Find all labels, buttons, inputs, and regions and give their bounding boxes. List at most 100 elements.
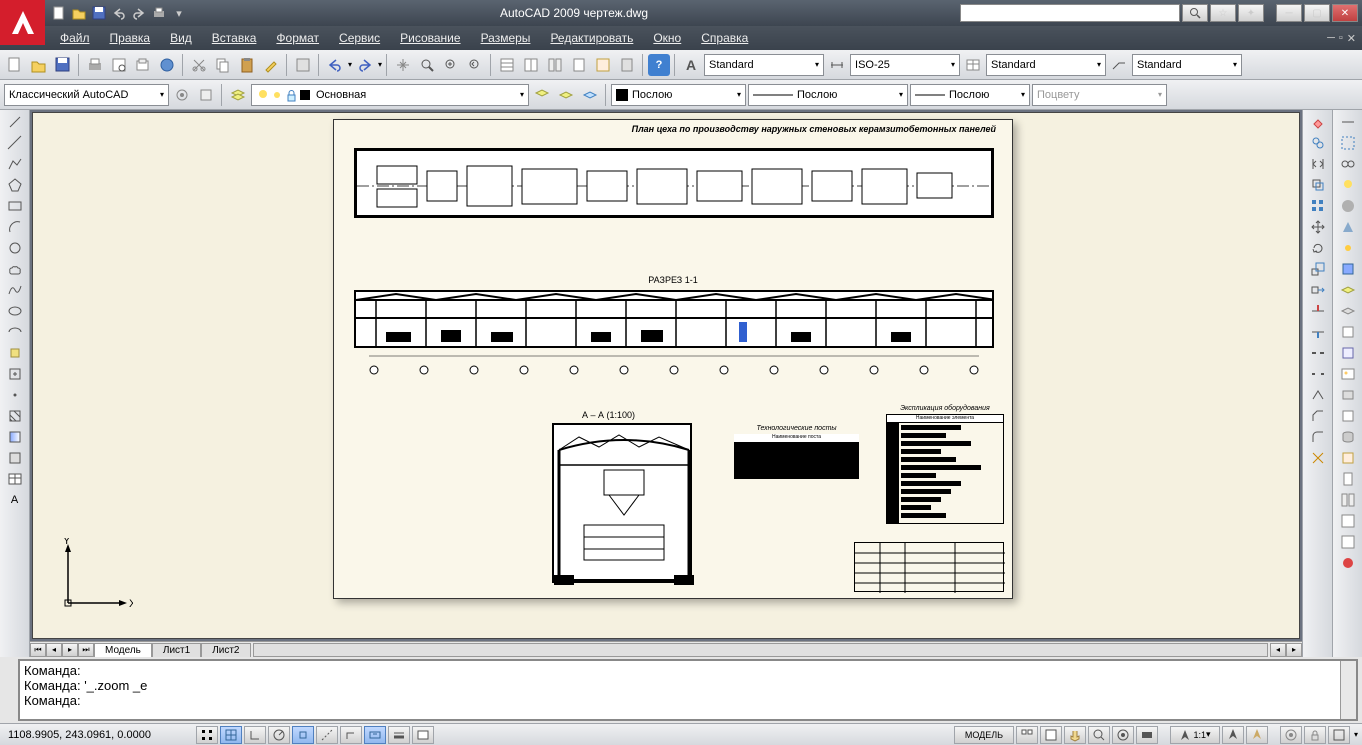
- workspace-settings-icon[interactable]: [171, 84, 193, 106]
- minimize-button[interactable]: ─: [1276, 4, 1302, 22]
- menu-window[interactable]: Окно: [643, 28, 691, 48]
- search-button[interactable]: [1182, 4, 1208, 22]
- tool-palettes-icon[interactable]: [544, 54, 566, 76]
- ducs-icon[interactable]: [340, 726, 362, 744]
- layer-dropdown[interactable]: Основная▾: [251, 84, 529, 106]
- menu-dimension[interactable]: Размеры: [471, 28, 541, 48]
- mirror-icon[interactable]: [1307, 154, 1329, 174]
- spline-icon[interactable]: [4, 280, 26, 300]
- layer-walk-icon[interactable]: [1337, 280, 1359, 300]
- lineweight-dropdown[interactable]: Послою▾: [910, 84, 1030, 106]
- render-icon[interactable]: [1337, 217, 1359, 237]
- doc-minimize-icon[interactable]: ─: [1327, 32, 1335, 45]
- layer-off-icon[interactable]: [1337, 301, 1359, 321]
- table-style-dropdown[interactable]: Standard▾: [986, 54, 1106, 76]
- zoom-rt-icon[interactable]: [416, 54, 438, 76]
- sheet-sets-icon[interactable]: [1337, 469, 1359, 489]
- doc-close-icon[interactable]: ✕: [1347, 32, 1356, 45]
- close-button[interactable]: ✕: [1332, 4, 1358, 22]
- coordinates[interactable]: 1108.9905, 243.0961, 0.0000: [4, 727, 184, 743]
- menu-help[interactable]: Справка: [691, 28, 758, 48]
- zoom-prev-icon[interactable]: [464, 54, 486, 76]
- qp-icon[interactable]: [412, 726, 434, 744]
- image-icon[interactable]: [1337, 364, 1359, 384]
- dcenter-icon[interactable]: [520, 54, 542, 76]
- pline-icon[interactable]: [4, 154, 26, 174]
- zoom-status-icon[interactable]: [1088, 726, 1110, 744]
- annotation-visibility-icon[interactable]: [1222, 726, 1244, 744]
- line-icon[interactable]: [4, 112, 26, 132]
- dim-style-dropdown[interactable]: ISO-25▾: [850, 54, 960, 76]
- color-dropdown[interactable]: Послою▾: [611, 84, 746, 106]
- revcloud-icon[interactable]: [4, 259, 26, 279]
- properties-icon[interactable]: [496, 54, 518, 76]
- grid-icon[interactable]: [220, 726, 242, 744]
- scroll-right-icon[interactable]: ▸: [1286, 643, 1302, 657]
- open-icon[interactable]: [70, 4, 88, 22]
- block-editor-icon[interactable]: [292, 54, 314, 76]
- tab-layout2[interactable]: Лист2: [201, 643, 250, 657]
- app-logo[interactable]: [0, 0, 45, 45]
- cmd-scrollbar[interactable]: [1340, 661, 1356, 719]
- infocenter-btn[interactable]: ☆: [1210, 4, 1236, 22]
- text-style-icon[interactable]: A: [680, 54, 702, 76]
- field-icon[interactable]: [1337, 385, 1359, 405]
- new-icon[interactable]: [50, 4, 68, 22]
- drawing-canvas[interactable]: План цеха по производству наружных стено…: [32, 112, 1300, 639]
- model-paper-toggle[interactable]: МОДЕЛЬ: [954, 726, 1014, 744]
- layer-props-icon[interactable]: [227, 84, 249, 106]
- publish-icon[interactable]: [132, 54, 154, 76]
- scroll-left-icon[interactable]: ◂: [1270, 643, 1286, 657]
- pan-status-icon[interactable]: [1064, 726, 1086, 744]
- tab-model[interactable]: Модель: [94, 643, 152, 657]
- scale-icon[interactable]: [1307, 259, 1329, 279]
- otrack-icon[interactable]: [316, 726, 338, 744]
- polar-icon[interactable]: [268, 726, 290, 744]
- save-icon[interactable]: [52, 54, 74, 76]
- table-style-icon[interactable]: [962, 54, 984, 76]
- mleader-style-dropdown[interactable]: Standard▾: [1132, 54, 1242, 76]
- menu-format[interactable]: Формат: [266, 28, 329, 48]
- dbconnect-icon[interactable]: [1337, 427, 1359, 447]
- comm-btn[interactable]: ✦: [1238, 4, 1264, 22]
- plot-icon[interactable]: [84, 54, 106, 76]
- explode-icon[interactable]: [1307, 448, 1329, 468]
- undo-icon[interactable]: [324, 54, 346, 76]
- menu-draw[interactable]: Рисование: [390, 28, 470, 48]
- command-window[interactable]: Команда: Команда: '_.zoom _e Команда:: [18, 659, 1358, 721]
- tab-prev-icon[interactable]: ◂: [46, 643, 62, 657]
- distance-icon[interactable]: [1337, 112, 1359, 132]
- autoscale-icon[interactable]: [1246, 726, 1268, 744]
- menu-insert[interactable]: Вставка: [202, 28, 267, 48]
- redo-icon[interactable]: [130, 4, 148, 22]
- snap-icon[interactable]: [196, 726, 218, 744]
- workspace-switch-icon[interactable]: [1280, 726, 1302, 744]
- break-point-icon[interactable]: [1307, 343, 1329, 363]
- undo-icon[interactable]: [110, 4, 128, 22]
- maximize-button[interactable]: ▢: [1304, 4, 1330, 22]
- paste-icon[interactable]: [236, 54, 258, 76]
- markup-icon[interactable]: [592, 54, 614, 76]
- action-rec-icon[interactable]: [1337, 553, 1359, 573]
- qat-dropdown-icon[interactable]: ▾: [170, 4, 188, 22]
- xline-icon[interactable]: [4, 133, 26, 153]
- my-workspace-icon[interactable]: [195, 84, 217, 106]
- dgn-icon[interactable]: [1337, 343, 1359, 363]
- table-icon[interactable]: [4, 469, 26, 489]
- quick-select-icon[interactable]: [1337, 133, 1359, 153]
- search-input[interactable]: [960, 4, 1180, 22]
- erase-icon[interactable]: [1307, 112, 1329, 132]
- quickview-layouts-icon[interactable]: [1016, 726, 1038, 744]
- ortho-icon[interactable]: [244, 726, 266, 744]
- menu-edit[interactable]: Правка: [100, 28, 161, 48]
- chamfer-icon[interactable]: [1307, 406, 1329, 426]
- quickcalc-icon[interactable]: [616, 54, 638, 76]
- help-icon[interactable]: ?: [648, 54, 670, 76]
- mleader-style-icon[interactable]: [1108, 54, 1130, 76]
- redo-icon[interactable]: [354, 54, 376, 76]
- markup-set-icon[interactable]: [1337, 448, 1359, 468]
- h-scrollbar[interactable]: [253, 643, 1269, 657]
- match-props-icon[interactable]: [260, 54, 282, 76]
- statusbar-menu-icon[interactable]: ▾: [1354, 730, 1358, 739]
- linetype-dropdown[interactable]: Послою▾: [748, 84, 908, 106]
